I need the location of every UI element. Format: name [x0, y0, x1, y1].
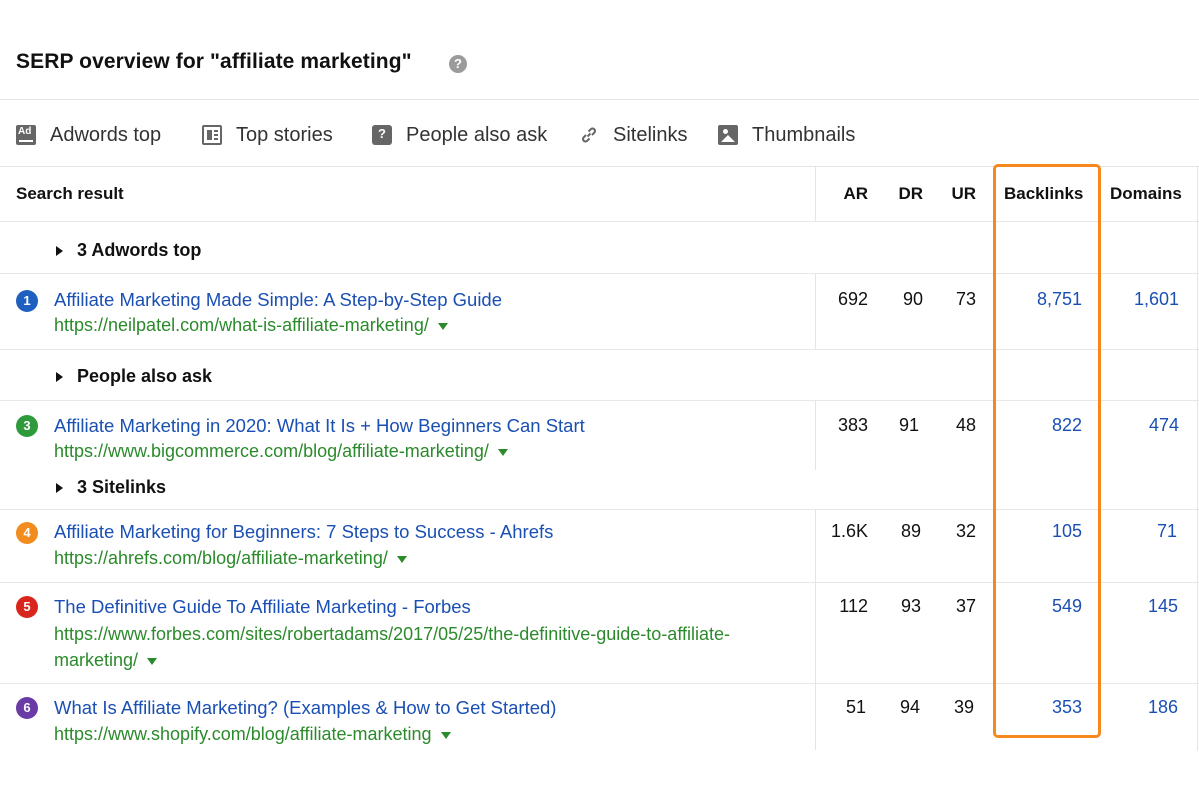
question-icon: ? — [372, 125, 392, 145]
domains-value[interactable]: 71 — [1110, 521, 1177, 542]
expand-triangle-icon — [56, 245, 63, 256]
result-url-link[interactable]: https://www.forbes.com/sites/robertadams… — [54, 621, 814, 673]
result-url: https://ahrefs.com/blog/affiliate-market… — [54, 548, 388, 568]
page-title: SERP overview for "affiliate marketing" — [16, 50, 412, 73]
expand-triangle-icon — [56, 482, 63, 493]
ad-icon: Ad — [16, 125, 36, 145]
feature-label: Sitelinks — [613, 123, 688, 146]
rank-badge: 6 — [16, 697, 38, 719]
column-divider — [815, 400, 816, 470]
feature-adwords-top[interactable]: Ad Adwords top — [16, 123, 161, 147]
column-header-domains[interactable]: Domains — [1110, 184, 1182, 204]
column-divider — [815, 167, 816, 222]
result-title-link[interactable]: What Is Affiliate Marketing? (Examples &… — [54, 697, 556, 719]
image-icon — [718, 125, 738, 145]
link-icon — [579, 125, 599, 145]
result-title-link[interactable]: The Definitive Guide To Affiliate Market… — [54, 596, 471, 618]
feature-label: Top stories — [236, 123, 333, 146]
column-divider — [1197, 167, 1198, 751]
expand-triangle-icon — [56, 371, 63, 382]
ur-value: 37 — [955, 596, 976, 616]
result-url-link[interactable]: https://neilpatel.com/what-is-affiliate-… — [54, 312, 448, 338]
result-title-link[interactable]: Affiliate Marketing in 2020: What It Is … — [54, 415, 585, 437]
column-header-ur[interactable]: UR — [938, 184, 976, 204]
group-label: 3 Adwords top — [77, 240, 202, 260]
feature-people-also-ask[interactable]: ? People also ask — [372, 123, 547, 147]
domains-value[interactable]: 1,601 — [1110, 289, 1179, 310]
group-people-also-ask[interactable]: People also ask — [56, 366, 212, 387]
dropdown-caret-icon[interactable] — [147, 657, 158, 665]
ar-value: 383 — [837, 415, 868, 435]
domains-value[interactable]: 145 — [1110, 596, 1178, 617]
dr-value: 94 — [899, 697, 920, 717]
rank-badge: 1 — [16, 290, 38, 312]
backlinks-highlight-box — [993, 164, 1101, 738]
group-label: 3 Sitelinks — [77, 477, 167, 497]
dropdown-caret-icon[interactable] — [396, 555, 407, 563]
dropdown-caret-icon[interactable] — [497, 448, 508, 456]
ar-value: 692 — [837, 289, 868, 309]
result-title-link[interactable]: Affiliate Marketing for Beginners: 7 Ste… — [54, 521, 553, 543]
feature-sitelinks[interactable]: Sitelinks — [579, 123, 687, 147]
serp-features-bar: Ad Adwords top Top stories ? People also… — [0, 101, 1199, 167]
result-url-continued: marketing/ — [54, 650, 139, 670]
group-adwords-top[interactable]: 3 Adwords top — [56, 240, 201, 261]
help-icon[interactable]: ? — [449, 55, 467, 73]
column-divider — [815, 510, 816, 750]
result-url: https://www.bigcommerce.com/blog/affilia… — [54, 441, 489, 461]
result-title-link[interactable]: Affiliate Marketing Made Simple: A Step-… — [54, 289, 502, 311]
column-header-ar[interactable]: AR — [830, 184, 868, 204]
feature-label: People also ask — [406, 123, 548, 146]
ur-value: 48 — [955, 415, 976, 435]
dropdown-caret-icon[interactable] — [440, 731, 451, 739]
ar-value: 51 — [845, 697, 866, 717]
rank-badge: 5 — [16, 596, 38, 618]
feature-label: Adwords top — [50, 123, 162, 146]
stories-icon — [202, 125, 222, 145]
rank-badge: 3 — [16, 415, 38, 437]
domains-value[interactable]: 474 — [1110, 415, 1179, 436]
rank-badge: 4 — [16, 522, 38, 544]
domains-value[interactable]: 186 — [1110, 697, 1178, 718]
ar-value: 1.6K — [830, 521, 868, 541]
ur-value: 32 — [955, 521, 976, 541]
result-url: https://www.forbes.com/sites/robertadams… — [54, 624, 731, 644]
dr-value: 89 — [900, 521, 921, 541]
column-header-search-result[interactable]: Search result — [16, 184, 124, 204]
dr-value: 93 — [900, 596, 921, 616]
dr-value: 91 — [898, 415, 919, 435]
dr-value: 90 — [902, 289, 923, 309]
ur-value: 73 — [955, 289, 976, 309]
result-url: https://neilpatel.com/what-is-affiliate-… — [54, 315, 429, 335]
result-url-link[interactable]: https://ahrefs.com/blog/affiliate-market… — [54, 545, 407, 571]
title-bar: SERP overview for "affiliate marketing" … — [0, 0, 1199, 100]
result-url-link[interactable]: https://www.bigcommerce.com/blog/affilia… — [54, 438, 508, 464]
result-url: https://www.shopify.com/blog/affiliate-m… — [54, 724, 432, 744]
result-url-link[interactable]: https://www.shopify.com/blog/affiliate-m… — [54, 721, 451, 747]
group-sitelinks[interactable]: 3 Sitelinks — [56, 477, 166, 498]
column-header-dr[interactable]: DR — [885, 184, 923, 204]
feature-top-stories[interactable]: Top stories — [202, 123, 333, 147]
ur-value: 39 — [953, 697, 974, 717]
feature-thumbnails[interactable]: Thumbnails — [718, 123, 855, 147]
column-divider — [815, 274, 816, 349]
dropdown-caret-icon[interactable] — [437, 322, 448, 330]
ar-value: 112 — [839, 596, 868, 616]
feature-label: Thumbnails — [752, 123, 856, 146]
group-label: People also ask — [77, 366, 213, 386]
